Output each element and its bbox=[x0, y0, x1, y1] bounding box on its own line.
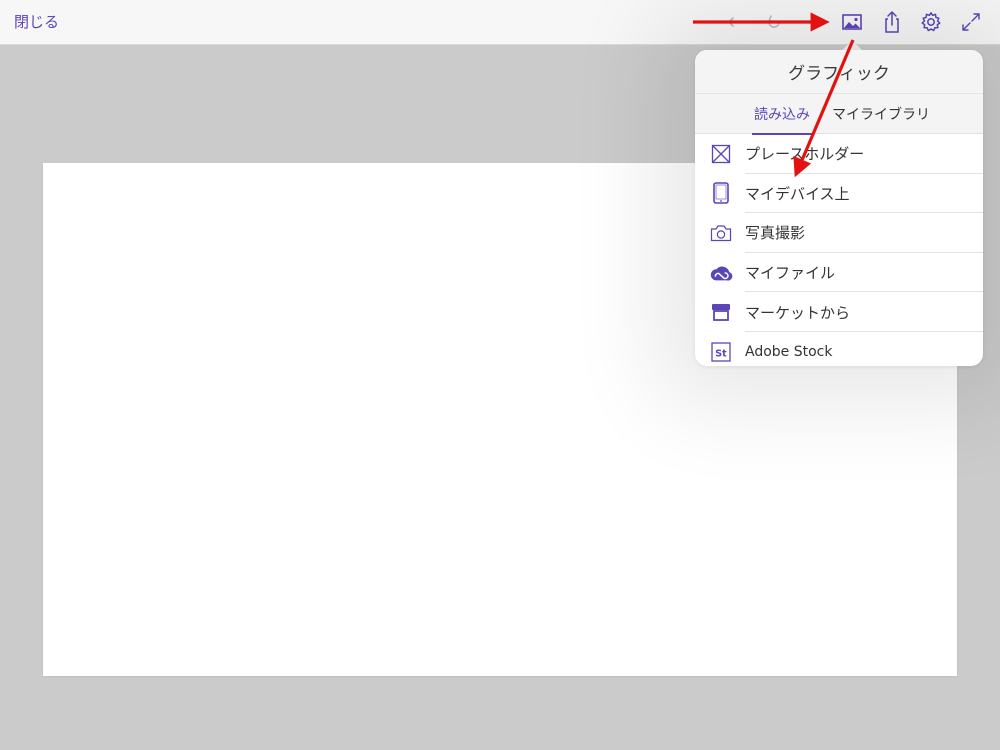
creative-cloud-icon bbox=[709, 261, 733, 285]
list-item-label: マイデバイス上 bbox=[745, 184, 850, 203]
list-item-my-files[interactable]: マイファイル bbox=[695, 253, 983, 293]
tab-import[interactable]: 読み込み bbox=[752, 94, 812, 135]
list-item-my-device[interactable]: マイデバイス上 bbox=[695, 174, 983, 214]
popover-title: グラフィック bbox=[695, 50, 983, 94]
popover-tabs: 読み込み マイライブラリ bbox=[695, 94, 983, 135]
adobe-stock-icon: St bbox=[709, 340, 733, 364]
list-item-take-photo[interactable]: 写真撮影 bbox=[695, 213, 983, 253]
image-icon[interactable] bbox=[840, 10, 864, 34]
list-item-placeholder[interactable]: プレースホルダー bbox=[695, 134, 983, 174]
market-store-icon bbox=[709, 300, 733, 324]
gear-icon[interactable] bbox=[919, 10, 943, 34]
undo-arrow-icon[interactable] bbox=[722, 10, 746, 34]
redo-arrow-icon[interactable] bbox=[762, 10, 786, 34]
share-icon[interactable] bbox=[880, 10, 904, 34]
list-item-adobe-stock[interactable]: St Adobe Stock bbox=[695, 332, 983, 366]
camera-icon bbox=[709, 221, 733, 245]
popover-pointer bbox=[842, 40, 862, 50]
list-item-label: マーケットから bbox=[745, 303, 851, 322]
placeholder-frame-icon bbox=[709, 142, 733, 166]
list-item-label: 写真撮影 bbox=[745, 224, 806, 243]
list-item-label: マイファイル bbox=[745, 264, 836, 283]
list-item-label: Adobe Stock bbox=[745, 343, 833, 360]
graphics-popover: グラフィック 読み込み マイライブラリ プレースホルダー マイデバイス上 写真撮… bbox=[695, 50, 983, 366]
expand-icon[interactable] bbox=[959, 10, 983, 34]
close-button[interactable]: 閉じる bbox=[14, 11, 59, 32]
import-source-list: プレースホルダー マイデバイス上 写真撮影 マイファイル マーケットから St … bbox=[695, 134, 983, 366]
tab-my-library[interactable]: マイライブラリ bbox=[832, 94, 930, 134]
tablet-icon bbox=[709, 181, 733, 205]
svg-text:St: St bbox=[715, 348, 727, 359]
top-toolbar: 閉じる bbox=[0, 0, 1000, 45]
list-item-label: プレースホルダー bbox=[745, 145, 865, 164]
list-item-market[interactable]: マーケットから bbox=[695, 292, 983, 332]
